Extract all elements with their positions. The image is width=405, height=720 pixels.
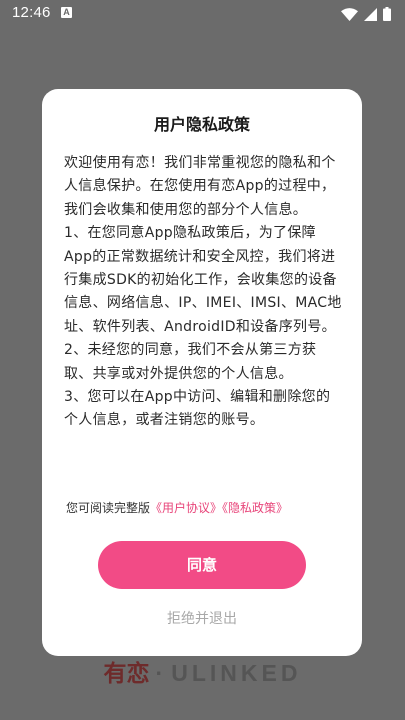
logo-cn-text: 有恋 bbox=[103, 660, 150, 686]
policy-links-line: 您可阅读完整版《用户协议》《隐私政策》 bbox=[66, 499, 346, 516]
dialog-title: 用户隐私政策 bbox=[153, 115, 250, 134]
privacy-policy-link[interactable]: 《隐私政策》 bbox=[222, 501, 288, 515]
app-logo: 有恋 · ULINKED bbox=[0, 654, 405, 688]
logo-en-text: ULINKED bbox=[171, 660, 302, 686]
status-icons bbox=[341, 6, 391, 22]
cell-signal-icon bbox=[364, 7, 377, 21]
status-time: 12:46 bbox=[12, 4, 51, 21]
battery-icon bbox=[383, 7, 391, 21]
policy-paragraph-intro: 欢迎使用有恋！我们非常重视您的隐私和个人信息保护。在您使用有恋App的过程中，我… bbox=[64, 155, 336, 218]
logo-separator: · bbox=[155, 660, 166, 686]
user-agreement-link[interactable]: 《用户协议》 bbox=[150, 501, 222, 515]
status-bar: 12:46 A bbox=[0, 0, 405, 28]
links-prefix: 您可阅读完整版 bbox=[66, 501, 151, 515]
reject-and-exit-button[interactable]: 拒绝并退出 bbox=[42, 608, 362, 628]
policy-paragraph-2: 2、未经您的同意，我们不会从第三方获取、共享或对外提供您的个人信息。 bbox=[64, 342, 317, 382]
notification-icon: A bbox=[61, 7, 72, 18]
dialog-body: 欢迎使用有恋！我们非常重视您的隐私和个人信息保护。在您使用有恋App的过程中，我… bbox=[64, 152, 344, 433]
agree-button[interactable]: 同意 bbox=[98, 541, 306, 589]
policy-paragraph-3: 3、您可以在App中访问、编辑和删除您的个人信息，或者注销您的账号。 bbox=[64, 389, 331, 429]
privacy-policy-dialog: 用户隐私政策 欢迎使用有恋！我们非常重视您的隐私和个人信息保护。在您使用有恋Ap… bbox=[42, 89, 362, 656]
policy-paragraph-1: 1、在您同意App隐私政策后，为了保障App的正常数据统计和安全风控，我们将进行… bbox=[64, 225, 342, 335]
wifi-icon bbox=[341, 7, 358, 21]
